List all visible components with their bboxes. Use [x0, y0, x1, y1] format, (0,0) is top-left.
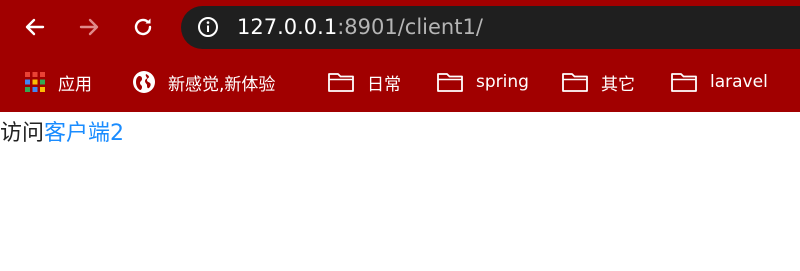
url-path: :8901/client1/	[337, 15, 483, 39]
bookmark-new-experience[interactable]: 新感觉,新体验	[132, 69, 275, 95]
bookmark-apps[interactable]: 应用	[24, 69, 92, 95]
address-bar[interactable]: 127.0.0.1:8901/client1/	[181, 6, 800, 49]
bookmark-folder-laravel[interactable]: laravel	[670, 69, 768, 95]
reload-icon	[134, 18, 152, 36]
visit-text: 访问	[0, 121, 45, 146]
forward-button[interactable]	[72, 10, 106, 44]
page-content: 访问客户端2	[0, 119, 124, 149]
folder-icon	[327, 71, 355, 93]
bookmark-label: laravel	[710, 72, 768, 92]
bookmark-folder-other[interactable]: 其它	[561, 69, 635, 95]
apps-grid-icon	[24, 71, 46, 93]
url-text[interactable]: 127.0.0.1:8901/client1/	[237, 13, 483, 42]
folder-icon	[561, 71, 589, 93]
globe-icon	[132, 70, 156, 94]
folder-icon	[436, 71, 464, 93]
url-host: 127.0.0.1	[237, 15, 338, 39]
reload-button[interactable]	[126, 10, 160, 44]
browser-toolbar: 127.0.0.1:8901/client1/	[0, 0, 800, 55]
arrow-left-icon	[25, 18, 45, 36]
back-button[interactable]	[18, 10, 52, 44]
bookmark-folder-spring[interactable]: spring	[436, 69, 529, 95]
bookmarks-bar: 应用 新感觉,新体验 日常 spring 其它 laravel	[0, 55, 800, 112]
bookmark-folder-daily[interactable]: 日常	[327, 69, 401, 95]
info-icon[interactable]	[197, 16, 219, 38]
bookmark-label: 日常	[367, 74, 401, 95]
bookmark-label: 其它	[601, 74, 635, 95]
bookmark-label: 应用	[58, 74, 92, 95]
bookmark-label: 新感觉,新体验	[168, 74, 276, 95]
arrow-right-icon	[79, 18, 99, 36]
bookmark-label: spring	[476, 72, 529, 92]
folder-icon	[670, 71, 698, 93]
client2-link[interactable]: 客户端2	[44, 121, 124, 146]
